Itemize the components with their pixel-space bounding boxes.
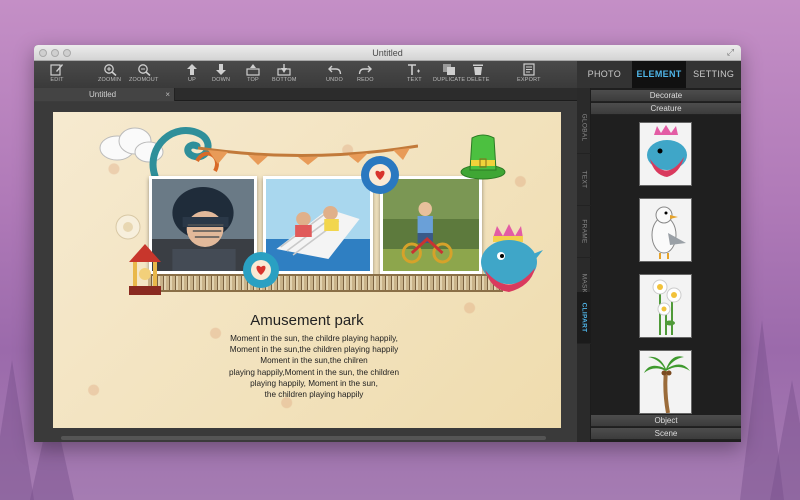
body-line: the children playing happily [264, 390, 364, 400]
move-down-button[interactable]: DOWN [212, 63, 230, 87]
body-line: Moment in the sun, the childre playing h… [230, 334, 398, 343]
body-line: playing happily,Moment in the sun, the c… [228, 367, 400, 377]
tab-element[interactable]: ELEMENT [631, 61, 687, 88]
toolbar-label: UNDO [326, 77, 343, 83]
window-title: Untitled [372, 48, 403, 58]
trash-icon [473, 64, 484, 75]
side-tab-frame[interactable]: FRAME [577, 206, 591, 258]
edit-button[interactable]: EDIT [50, 63, 64, 87]
toolbar-label: REDO [357, 77, 374, 83]
mode-tabs: PHOTO ELEMENT SETTING [577, 61, 741, 88]
app-window: Untitled ⤢ EDIT ZOOMIN ZOOMOUT UP DOWN T… [34, 45, 741, 442]
flower-clipart[interactable] [239, 250, 283, 290]
body-line: Moment in the sun,the children playing h… [229, 345, 399, 355]
document-tab[interactable]: Untitled × [34, 88, 175, 101]
toolbar-label: TEXT [407, 77, 422, 83]
move-up-button[interactable]: UP [185, 63, 199, 87]
palm-tree-clipart-icon [644, 356, 690, 413]
tab-setting[interactable]: SETTING [686, 61, 741, 88]
top-hat-clipart[interactable] [458, 130, 508, 180]
zoom-out-icon [137, 64, 151, 76]
page-title[interactable]: Amusement park [53, 312, 561, 329]
text-icon [408, 64, 421, 75]
side-tab-text[interactable]: TEXT [577, 154, 591, 206]
duplicate-button[interactable]: DUPLICATE [433, 63, 465, 87]
undo-icon [327, 65, 341, 75]
toolbar-label: BOTTOM [272, 77, 297, 83]
bird-clipart-icon [647, 125, 687, 177]
arrow-up-icon [187, 64, 197, 75]
toolbar-label: ZOOMOUT [129, 77, 159, 83]
seagull-clipart-icon [651, 206, 686, 259]
close-window-button[interactable] [39, 49, 47, 57]
workspace: Amusement park Moment in the sun, the ch… [34, 102, 577, 442]
add-text-button[interactable]: TEXT [407, 63, 422, 87]
tab-photo[interactable]: PHOTO [577, 61, 632, 88]
side-tab-global[interactable]: GLOBAL [577, 102, 591, 154]
thumbnail-seagull[interactable] [639, 198, 692, 262]
thumbnail-bird[interactable] [639, 122, 692, 186]
toolbar-label: DUPLICATE [433, 77, 466, 83]
document-tab-bar: Untitled × [34, 88, 577, 101]
carousel-clipart[interactable] [125, 242, 165, 297]
side-tab-label: MASK [580, 273, 588, 294]
category-creature[interactable]: Creature [591, 103, 741, 115]
flower-clipart[interactable] [359, 154, 401, 196]
side-tab-label: CLIPART [580, 302, 588, 333]
fence-clipart[interactable] [148, 274, 503, 292]
close-tab-icon[interactable]: × [165, 88, 170, 101]
send-to-bottom-icon [277, 64, 291, 76]
undo-button[interactable]: UNDO [326, 63, 343, 87]
edit-icon [50, 64, 63, 76]
daisy-clipart-icon [652, 279, 682, 335]
tree-decoration [0, 360, 34, 500]
duplicate-icon [443, 64, 456, 75]
category-scene[interactable]: Scene [591, 428, 741, 440]
toolbar-label: TOP [247, 77, 259, 83]
thumbnail-daisy[interactable] [639, 274, 692, 338]
body-line: Moment in the sun,the chilren [260, 356, 368, 366]
zoom-in-icon [103, 64, 117, 76]
side-tab-label: FRAME [580, 219, 588, 244]
export-icon [523, 63, 535, 76]
side-tab-label: GLOBAL [580, 113, 588, 142]
element-side-tabs: GLOBAL TEXT FRAME MASK CLIPART [577, 88, 591, 442]
thumbnail-palm-tree[interactable] [639, 350, 692, 414]
tree-decoration [770, 380, 800, 500]
export-button[interactable]: EXPORT [517, 63, 541, 87]
redo-icon [359, 65, 373, 75]
clipart-panel: Decorate Creature Object Scene [591, 88, 741, 442]
toolbar-label: EXPORT [517, 77, 541, 83]
body-line: playing happily, Moment in the sun, [250, 378, 378, 388]
zoom-in-button[interactable]: ZOOMIN [98, 63, 121, 87]
bring-to-top-icon [246, 64, 260, 76]
side-tab-clipart[interactable]: CLIPART [577, 292, 591, 344]
side-tab-label: TEXT [580, 170, 588, 189]
flower-clipart[interactable] [113, 212, 143, 242]
zoom-out-button[interactable]: ZOOMOUT [129, 63, 159, 87]
bird-clipart[interactable] [473, 224, 545, 306]
redo-button[interactable]: REDO [357, 63, 374, 87]
category-object[interactable]: Object [591, 415, 741, 427]
page-body-text[interactable]: Moment in the sun, the childre playing h… [194, 333, 434, 400]
minimize-window-button[interactable] [51, 49, 59, 57]
toolbar-label: UP [187, 77, 197, 83]
title-bar[interactable]: Untitled ⤢ [34, 45, 741, 61]
delete-button[interactable]: DELETE [467, 63, 490, 87]
toolbar-label: ZOOMIN [98, 77, 122, 83]
zoom-window-button[interactable] [63, 49, 71, 57]
toolbar-label: DOWN [212, 77, 231, 83]
send-to-bottom-button[interactable]: BOTTOM [272, 63, 297, 87]
toolbar-label: DELETE [467, 77, 490, 83]
category-decorate[interactable]: Decorate [591, 90, 741, 102]
toolbar-label: EDIT [50, 77, 64, 83]
design-canvas[interactable]: Amusement park Moment in the sun, the ch… [53, 112, 561, 428]
arrow-down-icon [216, 64, 227, 75]
document-tab-label: Untitled [89, 90, 117, 99]
fullscreen-icon[interactable]: ⤢ [726, 48, 735, 57]
main-toolbar: EDIT ZOOMIN ZOOMOUT UP DOWN TOP BOTTOM U… [34, 61, 577, 88]
bring-to-top-button[interactable]: TOP [246, 63, 260, 87]
horizontal-scrollbar[interactable] [61, 436, 546, 440]
